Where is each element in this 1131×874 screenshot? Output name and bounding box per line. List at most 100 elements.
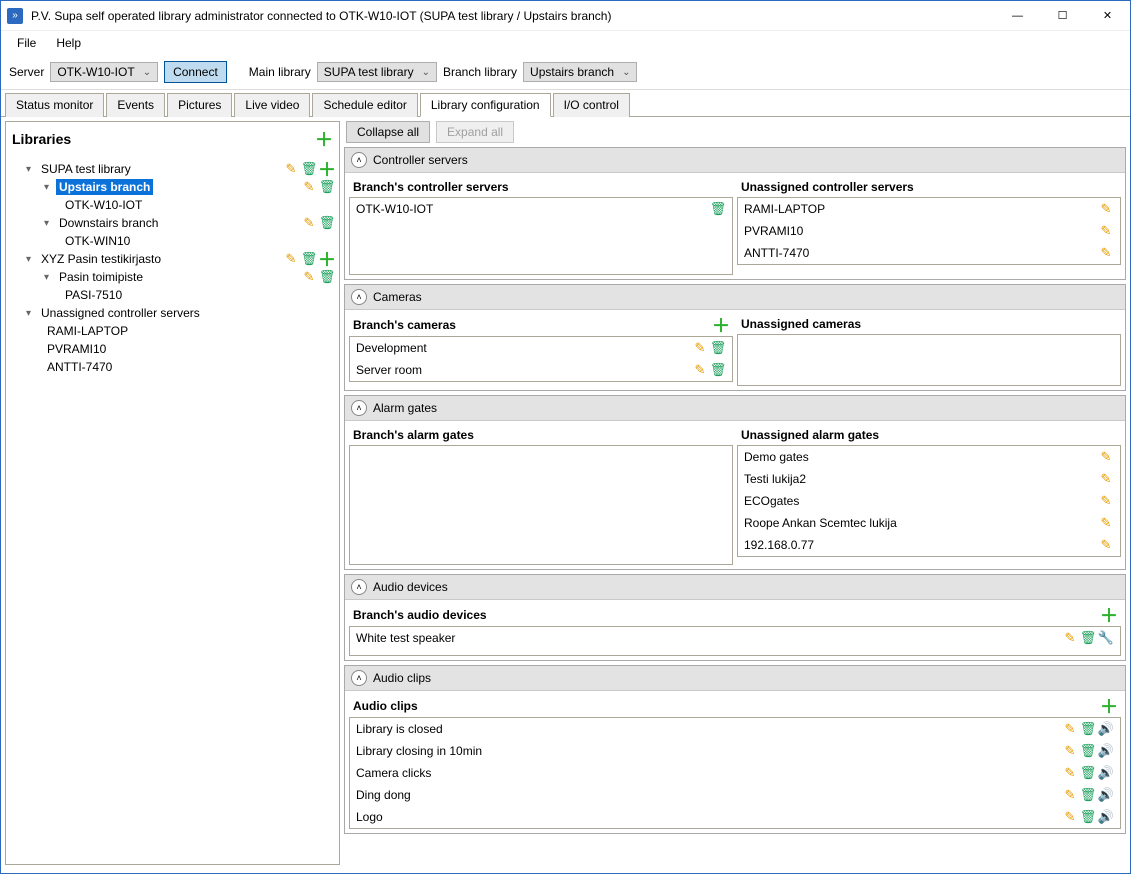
edit-icon[interactable]: ✎: [1098, 223, 1114, 239]
tree-item-xyz[interactable]: XYZ Pasin testikirjasto✎🗑＋: [8, 250, 337, 268]
list-item[interactable]: Library closing in 10min✎🗑🔊: [350, 740, 1120, 762]
add-audio-device-icon[interactable]: ＋: [1101, 607, 1117, 623]
tree-item-unassigned[interactable]: Unassigned controller servers: [8, 304, 337, 322]
delete-icon[interactable]: 🗑: [710, 362, 726, 378]
list-item[interactable]: Server room✎🗑: [350, 359, 732, 381]
delete-icon[interactable]: 🗑: [1080, 721, 1096, 737]
edit-icon[interactable]: ✎: [301, 269, 317, 285]
edit-icon[interactable]: ✎: [1062, 630, 1078, 646]
list-item[interactable]: Library is closed✎🗑🔊: [350, 718, 1120, 740]
section-head-controllers[interactable]: ˄Controller servers: [345, 148, 1125, 173]
connect-button[interactable]: Connect: [164, 61, 227, 83]
edit-icon[interactable]: ✎: [301, 179, 317, 195]
add-camera-icon[interactable]: ＋: [713, 317, 729, 333]
tree-item-antti[interactable]: ANTTI-7470: [8, 358, 337, 376]
libraries-tree: SUPA test library✎🗑＋ Upstairs branch✎🗑 O…: [6, 156, 339, 864]
branch-library-combo[interactable]: Upstairs branch: [523, 62, 637, 82]
tab-live-video[interactable]: Live video: [234, 93, 310, 117]
delete-icon[interactable]: 🗑: [301, 251, 317, 267]
section-head-audio-dev[interactable]: ˄Audio devices: [345, 575, 1125, 600]
delete-icon[interactable]: 🗑: [319, 269, 335, 285]
edit-icon[interactable]: ✎: [1098, 515, 1114, 531]
add-audio-clip-icon[interactable]: ＋: [1101, 698, 1117, 714]
list-item[interactable]: 192.168.0.77✎: [738, 534, 1120, 556]
add-icon[interactable]: ＋: [319, 251, 335, 267]
collapse-all-button[interactable]: Collapse all: [346, 121, 430, 143]
section-head-audio-clips[interactable]: ˄Audio clips: [345, 666, 1125, 691]
wrench-icon[interactable]: 🔧: [1098, 630, 1114, 646]
edit-icon[interactable]: ✎: [283, 161, 299, 177]
section-head-cameras[interactable]: ˄Cameras: [345, 285, 1125, 310]
list-item[interactable]: Ding dong✎🗑🔊: [350, 784, 1120, 806]
edit-icon[interactable]: ✎: [1098, 471, 1114, 487]
maximize-button[interactable]: ☐: [1040, 1, 1085, 31]
list-item[interactable]: Development✎🗑: [350, 337, 732, 359]
edit-icon[interactable]: ✎: [1062, 721, 1078, 737]
delete-icon[interactable]: 🗑: [1080, 630, 1096, 646]
edit-icon[interactable]: ✎: [1062, 743, 1078, 759]
edit-icon[interactable]: ✎: [1062, 765, 1078, 781]
minimize-button[interactable]: —: [995, 1, 1040, 31]
speaker-icon[interactable]: 🔊: [1098, 809, 1114, 825]
delete-icon[interactable]: 🗑: [319, 179, 335, 195]
edit-icon[interactable]: ✎: [1098, 201, 1114, 217]
list-item[interactable]: Logo✎🗑🔊: [350, 806, 1120, 828]
delete-icon[interactable]: 🗑: [1080, 787, 1096, 803]
tab-events[interactable]: Events: [106, 93, 165, 117]
section-head-gates[interactable]: ˄Alarm gates: [345, 396, 1125, 421]
list-item[interactable]: ANTTI-7470✎: [738, 242, 1120, 264]
edit-icon[interactable]: ✎: [1062, 787, 1078, 803]
tree-item-otk-win10[interactable]: OTK-WIN10: [8, 232, 337, 250]
tree-item-downstairs[interactable]: Downstairs branch✎🗑: [8, 214, 337, 232]
list-item[interactable]: RAMI-LAPTOP✎: [738, 198, 1120, 220]
main-library-combo[interactable]: SUPA test library: [317, 62, 437, 82]
expand-all-button[interactable]: Expand all: [436, 121, 514, 143]
edit-icon[interactable]: ✎: [1062, 809, 1078, 825]
tree-item-pasi-7510[interactable]: PASI-7510: [8, 286, 337, 304]
tree-item-pvrami[interactable]: PVRAMI10: [8, 340, 337, 358]
list-item[interactable]: Camera clicks✎🗑🔊: [350, 762, 1120, 784]
delete-icon[interactable]: 🗑: [710, 201, 726, 217]
edit-icon[interactable]: ✎: [1098, 245, 1114, 261]
speaker-icon[interactable]: 🔊: [1098, 765, 1114, 781]
edit-icon[interactable]: ✎: [1098, 493, 1114, 509]
list-item[interactable]: Roope Ankan Scemtec lukija✎: [738, 512, 1120, 534]
tab-pictures[interactable]: Pictures: [167, 93, 232, 117]
menu-help[interactable]: Help: [46, 33, 91, 53]
edit-icon[interactable]: ✎: [692, 362, 708, 378]
list-item[interactable]: ECOgates✎: [738, 490, 1120, 512]
list-item[interactable]: Demo gates✎: [738, 446, 1120, 468]
menu-file[interactable]: File: [7, 33, 46, 53]
tab-status-monitor[interactable]: Status monitor: [5, 93, 104, 117]
delete-icon[interactable]: 🗑: [1080, 809, 1096, 825]
speaker-icon[interactable]: 🔊: [1098, 787, 1114, 803]
list-item[interactable]: Testi lukija2✎: [738, 468, 1120, 490]
list-item[interactable]: PVRAMI10✎: [738, 220, 1120, 242]
edit-icon[interactable]: ✎: [1098, 537, 1114, 553]
close-button[interactable]: ✕: [1085, 1, 1130, 31]
add-icon[interactable]: ＋: [319, 161, 335, 177]
edit-icon[interactable]: ✎: [692, 340, 708, 356]
edit-icon[interactable]: ✎: [283, 251, 299, 267]
delete-icon[interactable]: 🗑: [1080, 765, 1096, 781]
tree-item-supa[interactable]: SUPA test library✎🗑＋: [8, 160, 337, 178]
server-combo[interactable]: OTK-W10-IOT: [50, 62, 158, 82]
delete-icon[interactable]: 🗑: [301, 161, 317, 177]
tree-item-upstairs[interactable]: Upstairs branch✎🗑: [8, 178, 337, 196]
delete-icon[interactable]: 🗑: [319, 215, 335, 231]
add-library-icon[interactable]: ＋: [315, 126, 333, 152]
tree-item-pasin[interactable]: Pasin toimipiste✎🗑: [8, 268, 337, 286]
tab-schedule-editor[interactable]: Schedule editor: [312, 93, 417, 117]
tab-library-configuration[interactable]: Library configuration: [420, 93, 551, 117]
edit-icon[interactable]: ✎: [301, 215, 317, 231]
list-item[interactable]: OTK-W10-IOT🗑: [350, 198, 732, 220]
speaker-icon[interactable]: 🔊: [1098, 721, 1114, 737]
tree-item-otk-w10[interactable]: OTK-W10-IOT: [8, 196, 337, 214]
tree-item-rami[interactable]: RAMI-LAPTOP: [8, 322, 337, 340]
delete-icon[interactable]: 🗑: [1080, 743, 1096, 759]
delete-icon[interactable]: 🗑: [710, 340, 726, 356]
list-item[interactable]: White test speaker✎🗑🔧: [350, 627, 1120, 649]
tab-io-control[interactable]: I/O control: [553, 93, 630, 117]
speaker-icon[interactable]: 🔊: [1098, 743, 1114, 759]
edit-icon[interactable]: ✎: [1098, 449, 1114, 465]
